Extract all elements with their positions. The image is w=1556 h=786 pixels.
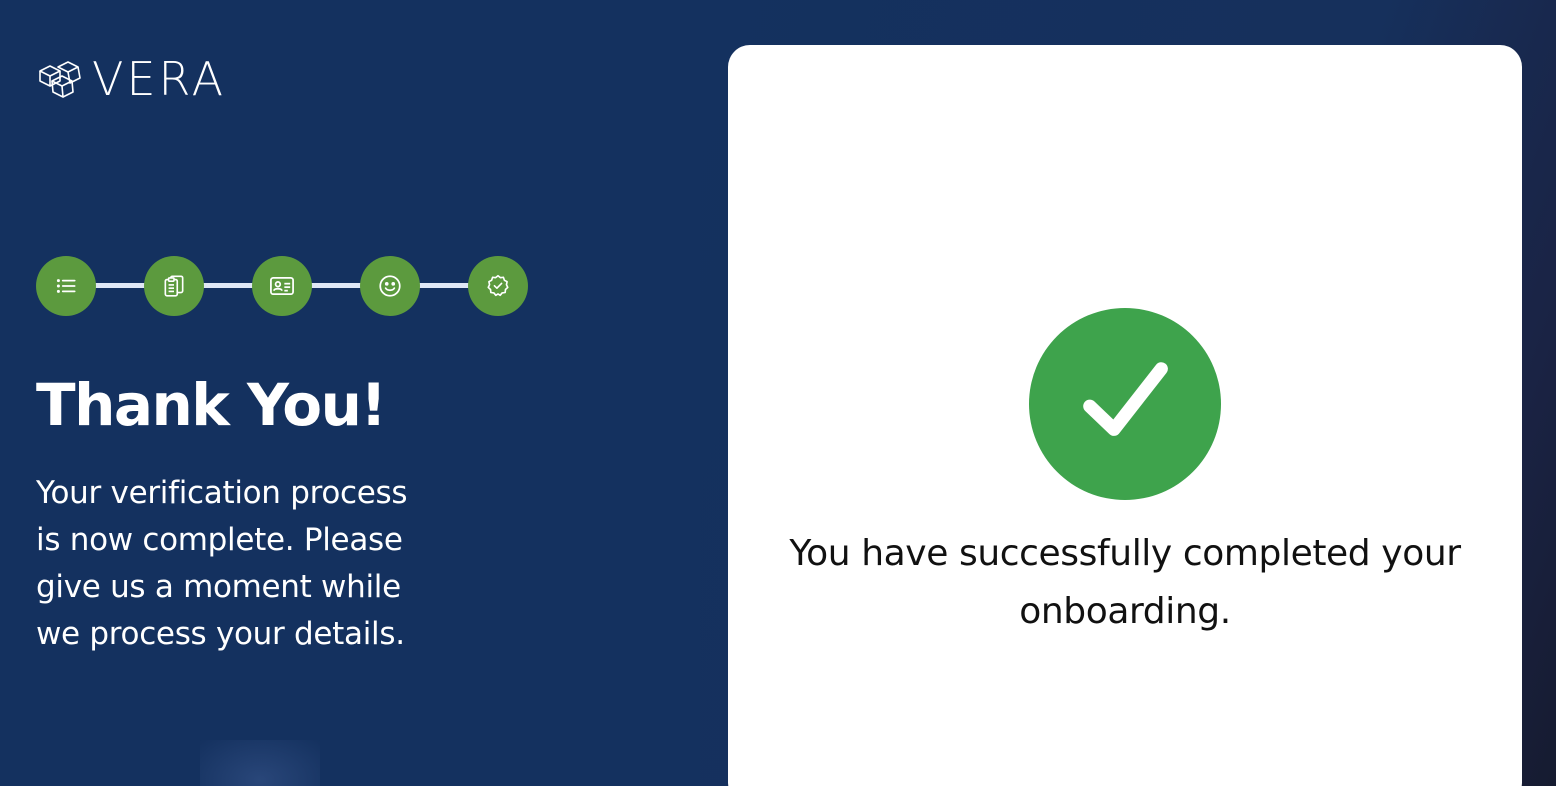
smile-icon xyxy=(379,275,401,297)
background-glow xyxy=(200,740,320,786)
clipboard-icon xyxy=(164,275,184,297)
brand-logo: VERA xyxy=(36,56,226,102)
confirmation-card: You have successfully completed your onb… xyxy=(728,45,1522,786)
step-3[interactable] xyxy=(252,256,312,316)
brand-name: VERA xyxy=(92,52,227,106)
step-connector xyxy=(416,283,472,288)
step-1[interactable] xyxy=(36,256,96,316)
page-title: Thank You! xyxy=(36,371,387,439)
step-connector xyxy=(200,283,256,288)
progress-stepper xyxy=(36,256,528,316)
verified-badge-icon xyxy=(487,274,509,297)
page-description: Your verification process is now complet… xyxy=(36,475,408,652)
step-connector xyxy=(308,283,364,288)
success-badge xyxy=(1029,308,1221,500)
step-2[interactable] xyxy=(144,256,204,316)
step-connector xyxy=(92,283,148,288)
step-5[interactable] xyxy=(468,256,528,316)
cubes-logo-icon xyxy=(39,61,81,98)
list-icon xyxy=(56,279,76,293)
step-4[interactable] xyxy=(360,256,420,316)
id-card-icon xyxy=(270,276,294,296)
success-message: You have successfully completed your onb… xyxy=(789,533,1461,632)
checkmark-icon xyxy=(1083,362,1168,436)
